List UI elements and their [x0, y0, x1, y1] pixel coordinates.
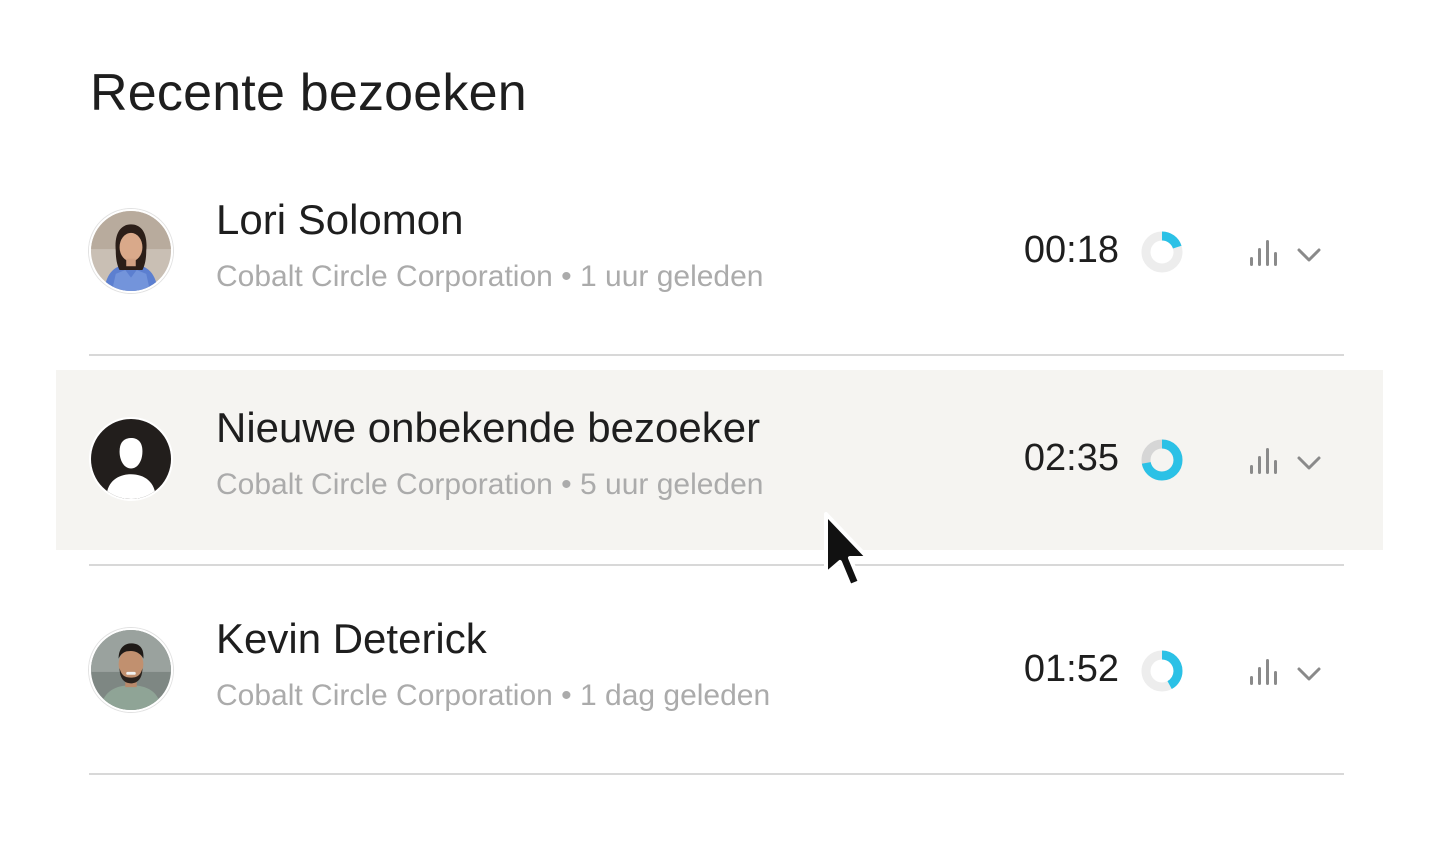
bar-chart-icon[interactable]: [1247, 446, 1283, 476]
mouse-cursor-icon: [824, 512, 870, 588]
visit-row[interactable]: Kevin Deterick Cobalt Circle Corporation…: [56, 581, 1383, 761]
visitor-name: Kevin Deterick: [216, 615, 487, 662]
row-divider: [89, 354, 1344, 356]
row-divider: [89, 564, 1344, 566]
visit-row[interactable]: Lori Solomon Cobalt Circle Corporation •…: [56, 162, 1383, 342]
donut-progress-icon: [1138, 436, 1186, 484]
page-title: Recente bezoeken: [90, 64, 527, 122]
bar-chart-icon[interactable]: [1247, 657, 1283, 687]
avatar: [89, 417, 173, 501]
visitor-meta: Cobalt Circle Corporation • 1 uur gelede…: [216, 260, 764, 293]
avatar: [89, 209, 173, 293]
visit-duration: 02:35: [1023, 437, 1119, 479]
visitor-name: Lori Solomon: [216, 196, 464, 243]
donut-progress-ring: [1141, 650, 1183, 692]
row-divider: [89, 773, 1344, 775]
donut-progress-ring: [1141, 231, 1183, 273]
avatar-photo-icon: [91, 630, 171, 710]
donut-progress-ring: [1141, 439, 1183, 481]
visitor-meta: Cobalt Circle Corporation • 5 uur gelede…: [216, 468, 764, 501]
visitor-name: Nieuwe onbekende bezoeker: [216, 404, 761, 451]
user-placeholder-icon: [91, 419, 171, 499]
avatar: [89, 628, 173, 712]
chevron-down-icon[interactable]: [1296, 665, 1322, 683]
visit-duration: 01:52: [1023, 648, 1119, 690]
donut-progress-icon: [1138, 647, 1186, 695]
recent-visits-page: Recente bezoeken Lori Solomon Cobalt Cir…: [0, 0, 1440, 866]
visit-row[interactable]: Nieuwe onbekende bezoeker Cobalt Circle …: [56, 370, 1383, 550]
chevron-down-icon[interactable]: [1296, 246, 1322, 264]
visit-duration: 00:18: [1023, 229, 1119, 271]
bar-chart-icon[interactable]: [1247, 238, 1283, 268]
visitor-meta: Cobalt Circle Corporation • 1 dag gelede…: [216, 679, 771, 712]
avatar-photo-icon: [91, 211, 171, 291]
donut-progress-icon: [1138, 228, 1186, 276]
chevron-down-icon[interactable]: [1296, 454, 1322, 472]
